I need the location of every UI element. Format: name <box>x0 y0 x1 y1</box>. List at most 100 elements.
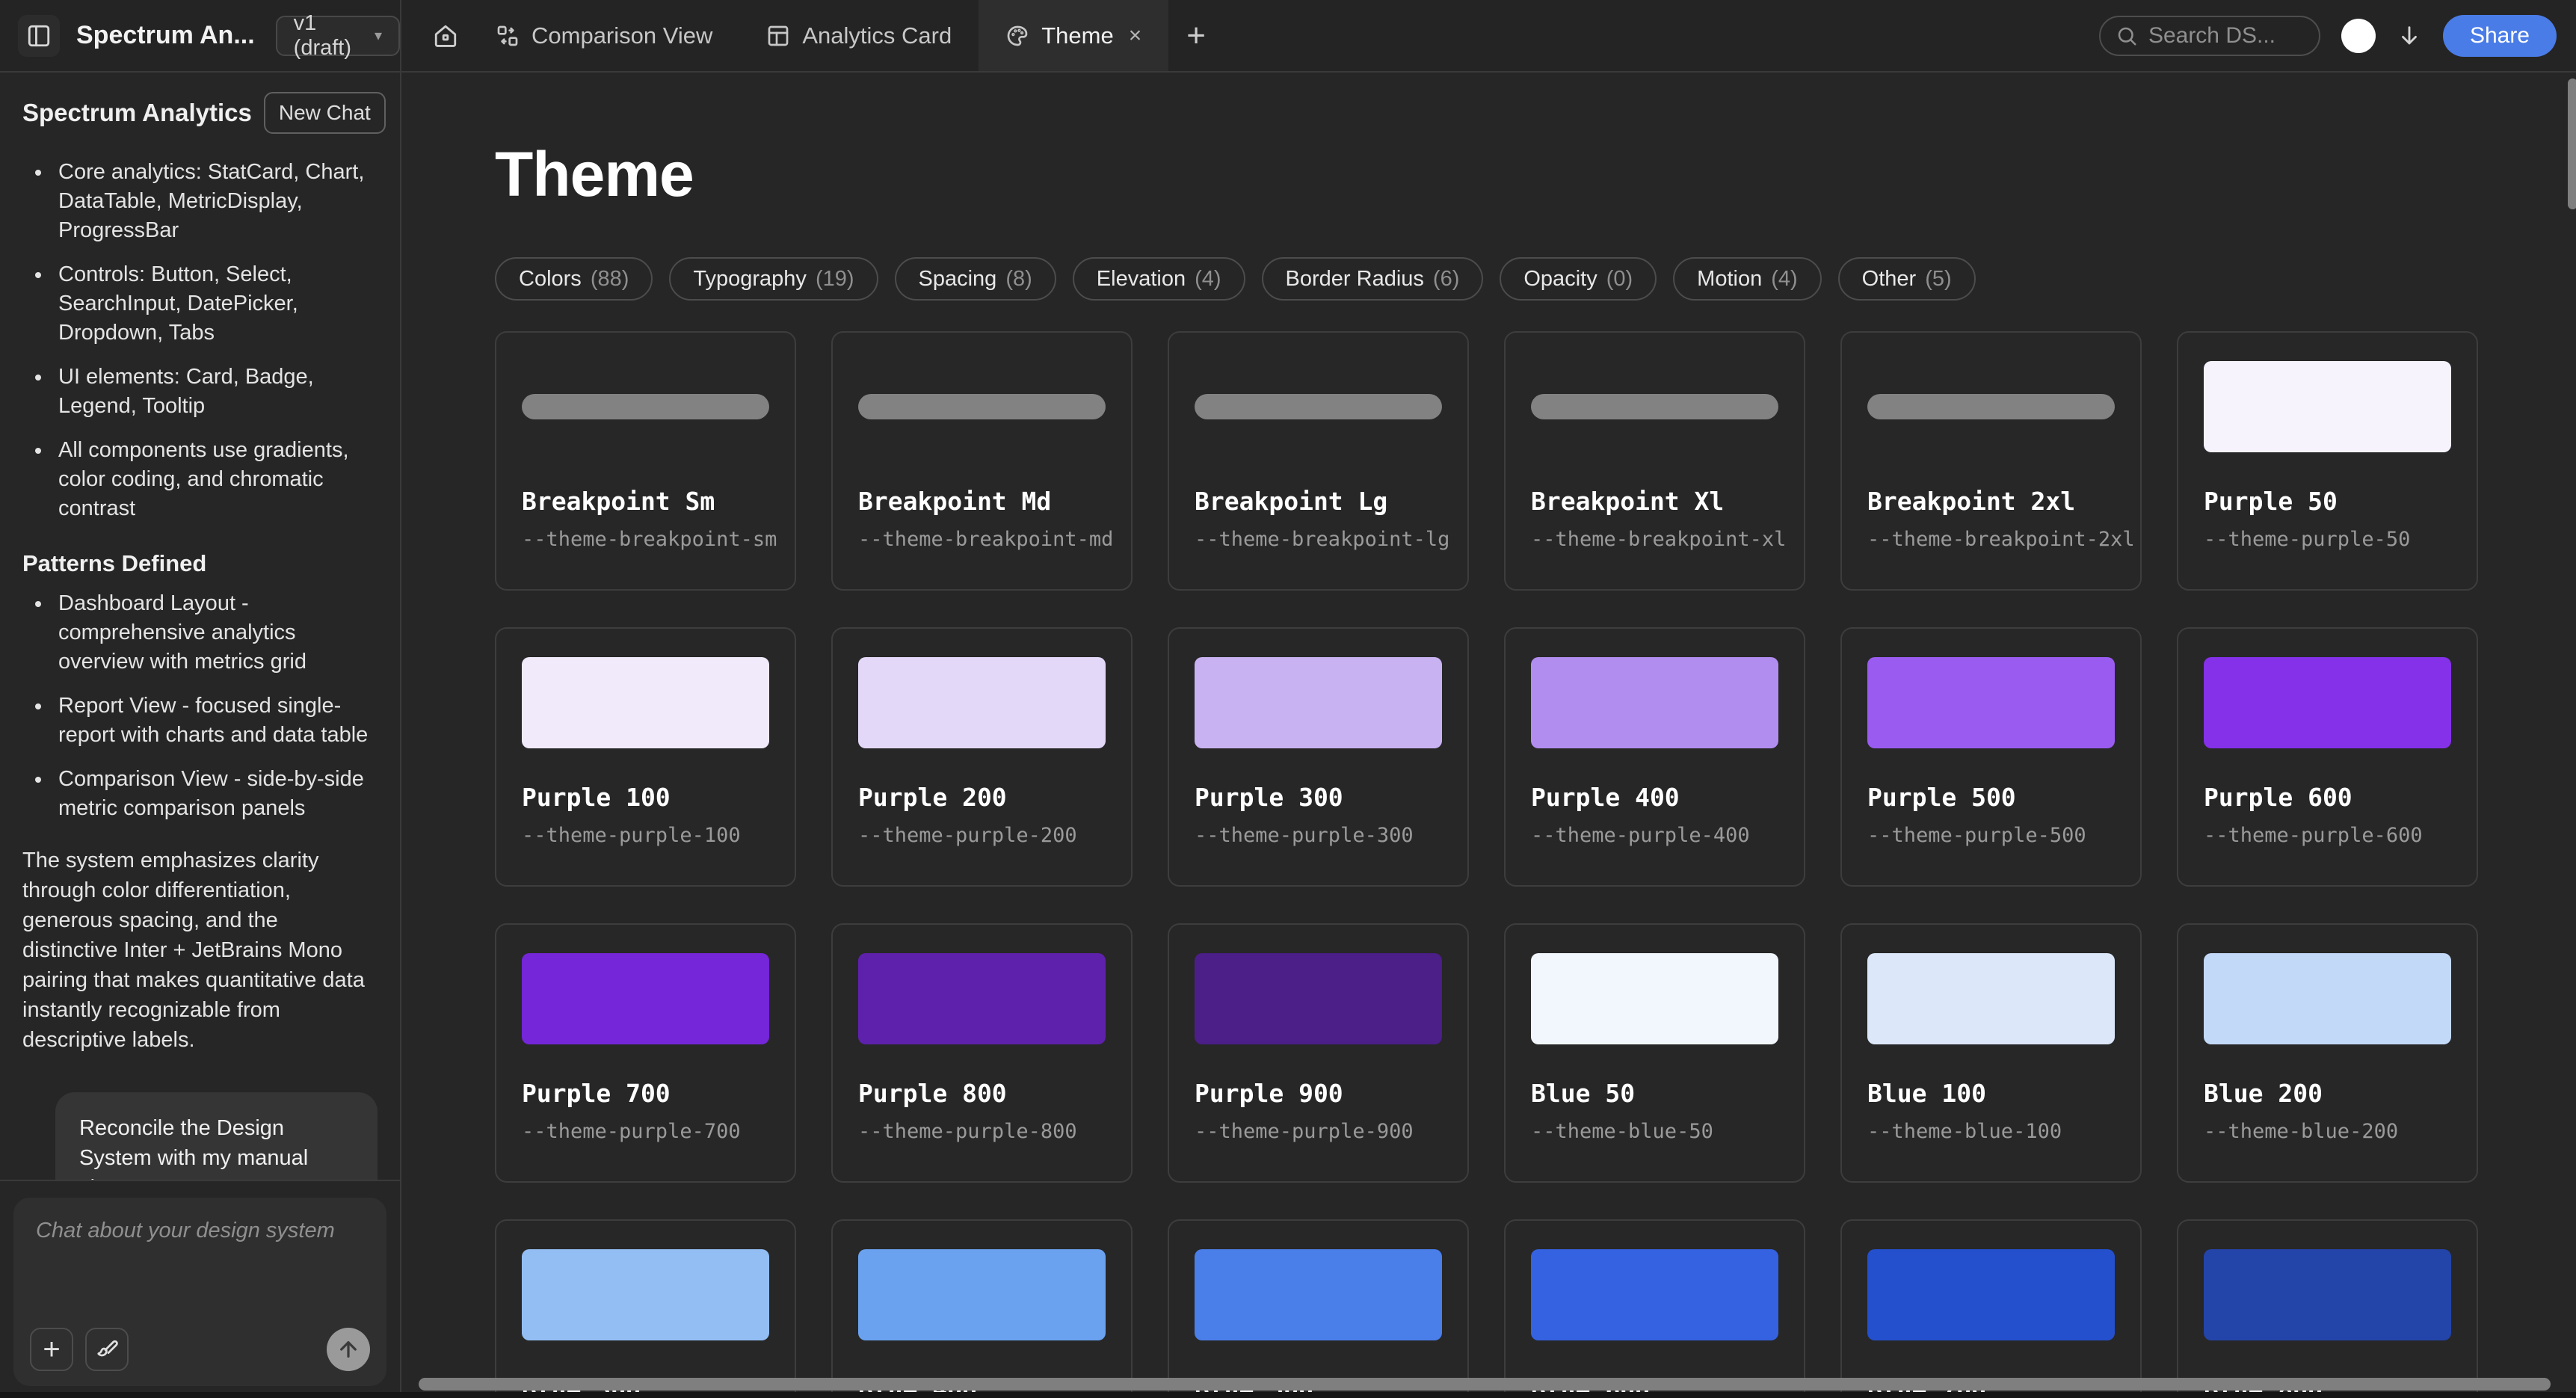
color-swatch <box>858 953 1106 1044</box>
attach-button[interactable]: + <box>30 1328 73 1371</box>
swatch-zone <box>522 1249 769 1340</box>
token-card[interactable]: Purple 300 --theme-purple-300 <box>1168 627 1469 887</box>
tab-close-icon[interactable]: × <box>1129 25 1142 47</box>
share-button[interactable]: Share <box>2443 15 2557 57</box>
color-swatch <box>1867 953 2115 1044</box>
list-item: Report View - focused single-report with… <box>52 692 378 750</box>
filter-chip[interactable]: Elevation (4) <box>1073 257 1245 301</box>
chip-count: (0) <box>1606 267 1633 292</box>
tab-comparison-view[interactable]: Comparison View <box>469 0 739 71</box>
color-swatch <box>1531 1249 1778 1340</box>
token-card[interactable]: Purple 700 --theme-purple-700 <box>495 923 796 1183</box>
token-card[interactable]: Purple 800 --theme-purple-800 <box>831 923 1133 1183</box>
search-input[interactable]: Search DS... <box>2099 16 2320 56</box>
filter-chip[interactable]: Spacing (8) <box>895 257 1056 301</box>
list-item: UI elements: Card, Badge, Legend, Toolti… <box>52 363 378 421</box>
swatch-zone <box>522 953 769 1044</box>
swatch-zone <box>858 1249 1106 1340</box>
token-name: Breakpoint Md <box>858 487 1106 516</box>
sidebar-title: Spectrum Analytics <box>22 99 252 127</box>
token-name: Purple 300 <box>1195 783 1442 812</box>
token-card[interactable]: Breakpoint Md --theme-breakpoint-md <box>831 331 1133 591</box>
search-placeholder: Search DS... <box>2148 23 2275 49</box>
panels-icon <box>766 24 790 48</box>
token-card[interactable]: Blue 700 --theme-blue-700 <box>1840 1219 2142 1398</box>
vertical-scrollbar[interactable] <box>2568 78 2576 209</box>
brush-button[interactable] <box>85 1328 129 1371</box>
color-swatch <box>1867 1249 2115 1340</box>
chip-label: Opacity <box>1523 267 1597 292</box>
horizontal-scrollbar[interactable] <box>419 1378 2551 1391</box>
arrow-up-icon <box>336 1337 360 1361</box>
avatar[interactable] <box>2341 19 2376 53</box>
chat-input[interactable]: Chat about your design system + <box>13 1198 386 1386</box>
token-card[interactable]: Purple 900 --theme-purple-900 <box>1168 923 1469 1183</box>
chat-placeholder: Chat about your design system <box>36 1219 364 1243</box>
swatch-zone <box>858 953 1106 1044</box>
token-variable: --theme-breakpoint-xl <box>1531 528 1778 551</box>
token-card[interactable]: Breakpoint Sm --theme-breakpoint-sm <box>495 331 796 591</box>
token-name: Blue 100 <box>1867 1079 2115 1108</box>
breakpoint-bar <box>1531 394 1778 419</box>
chat-footer: Chat about your design system + <box>0 1180 400 1398</box>
token-card[interactable]: Blue 300 --theme-blue-300 <box>495 1219 796 1398</box>
token-card[interactable]: Breakpoint 2xl --theme-breakpoint-2xl <box>1840 331 2142 591</box>
new-chat-button[interactable]: New Chat <box>264 92 386 134</box>
tabs-region: Comparison View Analytics Card Theme × + <box>401 0 2099 71</box>
chip-label: Motion <box>1697 267 1762 292</box>
token-variable: --theme-purple-600 <box>2204 824 2451 847</box>
token-card[interactable]: Purple 600 --theme-purple-600 <box>2177 627 2478 887</box>
filter-chip[interactable]: Motion (4) <box>1673 257 1822 301</box>
swatch-zone <box>1867 361 2115 452</box>
token-card[interactable]: Purple 50 --theme-purple-50 <box>2177 331 2478 591</box>
send-button[interactable] <box>327 1328 370 1371</box>
tab-label: Analytics Card <box>802 22 952 49</box>
chip-count: (6) <box>1433 267 1459 292</box>
token-card[interactable]: Breakpoint Xl --theme-breakpoint-xl <box>1504 331 1805 591</box>
token-card[interactable]: Blue 100 --theme-blue-100 <box>1840 923 2142 1183</box>
token-card[interactable]: Blue 800 --theme-blue-800 <box>2177 1219 2478 1398</box>
swatch-zone <box>2204 953 2451 1044</box>
token-card[interactable]: Purple 400 --theme-purple-400 <box>1504 627 1805 887</box>
token-card[interactable]: Purple 100 --theme-purple-100 <box>495 627 796 887</box>
chip-count: (4) <box>1771 267 1797 292</box>
token-card[interactable]: Breakpoint Lg --theme-breakpoint-lg <box>1168 331 1469 591</box>
token-name: Purple 500 <box>1867 783 2115 812</box>
token-card[interactable]: Blue 500 --theme-blue-500 <box>1168 1219 1469 1398</box>
token-card[interactable]: Blue 600 --theme-blue-600 <box>1504 1219 1805 1398</box>
bottom-edge <box>0 1392 2576 1398</box>
sidebar-header: Spectrum Analytics New Chat <box>0 73 400 140</box>
tab-theme[interactable]: Theme × <box>979 0 1168 71</box>
tab-analytics-card[interactable]: Analytics Card <box>739 0 979 71</box>
color-swatch <box>2204 953 2451 1044</box>
filter-chip[interactable]: Opacity (0) <box>1500 257 1657 301</box>
color-swatch <box>2204 361 2451 452</box>
chip-count: (4) <box>1195 267 1221 292</box>
swatch-zone <box>1195 953 1442 1044</box>
token-card[interactable]: Purple 500 --theme-purple-500 <box>1840 627 2142 887</box>
token-name: Breakpoint Xl <box>1531 487 1778 516</box>
swatch-zone <box>1867 1249 2115 1340</box>
sidebar-toggle-button[interactable] <box>18 15 60 57</box>
token-variable: --theme-breakpoint-2xl <box>1867 528 2115 551</box>
color-swatch <box>1867 657 2115 748</box>
home-button[interactable] <box>422 13 469 59</box>
swatch-zone <box>1195 1249 1442 1340</box>
filter-chip[interactable]: Other (5) <box>1838 257 1976 301</box>
filter-chip[interactable]: Colors (88) <box>495 257 653 301</box>
token-card[interactable]: Blue 50 --theme-blue-50 <box>1504 923 1805 1183</box>
token-card[interactable]: Blue 400 --theme-blue-400 <box>831 1219 1133 1398</box>
token-card[interactable]: Purple 200 --theme-purple-200 <box>831 627 1133 887</box>
search-icon <box>2116 25 2138 47</box>
version-dropdown[interactable]: v1 (draft) ▾ <box>276 16 400 56</box>
token-variable: --theme-purple-900 <box>1195 1120 1442 1143</box>
filter-chip[interactable]: Typography (19) <box>669 257 878 301</box>
download-arrow-icon[interactable] <box>2397 23 2422 49</box>
token-variable: --theme-purple-500 <box>1867 824 2115 847</box>
token-card[interactable]: Blue 200 --theme-blue-200 <box>2177 923 2478 1183</box>
new-tab-button[interactable]: + <box>1168 19 1224 52</box>
token-variable: --theme-purple-50 <box>2204 528 2451 551</box>
swatch-zone <box>522 361 769 452</box>
filter-chip[interactable]: Border Radius (6) <box>1262 257 1484 301</box>
token-variable: --theme-purple-300 <box>1195 824 1442 847</box>
